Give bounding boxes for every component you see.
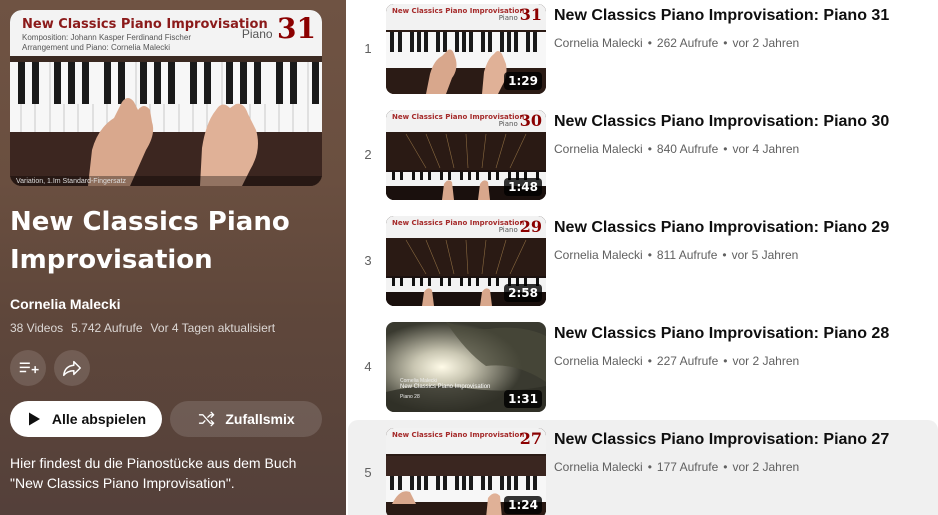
video-index: 2: [364, 147, 372, 162]
channel-name[interactable]: Cornelia Malecki: [554, 354, 643, 368]
video-thumbnail[interactable]: New Classics Piano Improvisation Piano 31…: [386, 4, 546, 94]
view-count: 840 Aufrufe: [656, 142, 719, 156]
duration-badge: 1:24: [504, 496, 542, 514]
shuffle-button[interactable]: Zufallsmix: [170, 401, 322, 437]
list-item[interactable]: 4 Cornelia Malecki New Classics Piano Im…: [348, 318, 938, 424]
video-title[interactable]: New Classics Piano Improvisation: Piano …: [554, 113, 889, 131]
video-meta: Cornelia Malecki • 262 Aufrufe • vor 2 Jah…: [554, 36, 800, 50]
thumb-banner: New Classics Piano Improvisation: [392, 431, 525, 439]
play-icon: [28, 412, 40, 426]
video-thumbnail[interactable]: Cornelia Malecki New Classics Piano Impr…: [386, 322, 546, 412]
list-item[interactable]: 1 New Classics Piano Improvisation Piano…: [348, 0, 938, 106]
duration-badge: 2:58: [504, 284, 542, 302]
video-meta: Cornelia Malecki • 811 Aufrufe • vor 5 Jah…: [554, 248, 799, 262]
view-count: 811 Aufrufe: [656, 248, 718, 262]
thumb-number: Piano 30: [498, 111, 542, 130]
duration-badge: 1:48: [504, 178, 542, 196]
playlist-title: New Classics Piano Improvisation: [10, 207, 290, 275]
thumb-number: 27: [519, 429, 542, 448]
share-icon: [63, 360, 81, 377]
duration-badge: 1:29: [504, 72, 542, 90]
play-all-button[interactable]: Alle abspielen: [10, 401, 162, 437]
video-count: 38 Videos: [10, 321, 64, 335]
video-meta: Cornelia Malecki • 177 Aufrufe • vor 2 Jah…: [554, 460, 800, 474]
channel-name[interactable]: Cornelia Malecki: [554, 142, 643, 156]
add-to-library-button[interactable]: [10, 350, 46, 386]
video-title[interactable]: New Classics Piano Improvisation: Piano …: [554, 219, 889, 237]
video-title[interactable]: New Classics Piano Improvisation: Piano …: [554, 325, 889, 343]
upload-age: vor 4 Jahren: [732, 142, 800, 156]
channel-name[interactable]: Cornelia Malecki: [554, 36, 643, 50]
shuffle-icon: [199, 411, 215, 427]
video-title[interactable]: New Classics Piano Improvisation: Piano …: [554, 7, 889, 25]
updated-text: Vor 4 Tagen aktualisiert: [150, 321, 276, 335]
thumb-caption: Variation, 1.Im Standard-Fingersatz: [16, 178, 126, 185]
upload-age: vor 5 Jahren: [731, 248, 799, 262]
duration-badge: 1:31: [504, 390, 542, 408]
upload-age: vor 2 Jahren: [732, 354, 800, 368]
video-list: 1 New Classics Piano Improvisation Piano…: [348, 0, 938, 515]
playlist-header: New Classics Piano Improvisation Komposi…: [0, 0, 346, 515]
video-thumbnail[interactable]: New Classics Piano Improvisation Piano 30…: [386, 110, 546, 200]
thumb-line-1: Komposition: Johann Kasper Ferdinand Fis…: [22, 33, 191, 42]
video-meta: Cornelia Malecki • 840 Aufrufe • vor 4 Jah…: [554, 142, 800, 156]
upload-age: vor 2 Jahren: [732, 36, 800, 50]
playlist-meta: 38 Videos 5.742 Aufrufe Vor 4 Tagen aktu…: [10, 321, 275, 335]
thumb-piano-number: Piano 31: [242, 12, 316, 45]
thumb-number: Piano 31: [498, 5, 542, 24]
thumb-title-text: New Classics Piano Improvisation: [22, 17, 268, 32]
view-count: 177 Aufrufe: [656, 460, 719, 474]
list-item[interactable]: 5 New Classics Piano Improvisation 27 1:…: [348, 420, 938, 515]
thumb-forest-line-2: New Classics Piano Improvisation: [400, 384, 491, 390]
list-item[interactable]: 2 New Classics Piano Improvisation Piano…: [348, 106, 938, 212]
channel-name[interactable]: Cornelia Malecki: [554, 460, 643, 474]
add-to-library-icon: [19, 362, 39, 374]
thumb-number: Piano 29: [498, 217, 542, 236]
thumb-piano-word: Piano: [241, 27, 273, 41]
video-index: 5: [364, 465, 372, 480]
playlist-thumbnail[interactable]: New Classics Piano Improvisation Komposi…: [10, 10, 322, 186]
video-title[interactable]: New Classics Piano Improvisation: Piano …: [554, 431, 889, 449]
share-button[interactable]: [54, 350, 90, 386]
video-thumbnail[interactable]: New Classics Piano Improvisation 27 1:24: [386, 428, 546, 515]
view-count: 5.742 Aufrufe: [71, 321, 143, 335]
view-count: 262 Aufrufe: [656, 36, 719, 50]
thumb-forest-line-3: Piano 28: [400, 394, 420, 400]
playlist-description: Hier findest du die Pianostücke aus dem …: [10, 455, 297, 491]
shuffle-label: Zufallsmix: [225, 411, 295, 427]
channel-name[interactable]: Cornelia Malecki: [554, 248, 643, 262]
thumb-line-2: Arrangement und Piano: Cornelia Malecki: [22, 43, 171, 52]
playlist-owner[interactable]: Cornelia Malecki: [10, 296, 121, 312]
video-index: 4: [364, 359, 372, 374]
list-item[interactable]: 3 New Classics Piano Improvisation Piano…: [348, 212, 938, 318]
video-thumbnail[interactable]: New Classics Piano Improvisation Piano 29…: [386, 216, 546, 306]
thumb-number: 31: [277, 12, 316, 45]
video-meta: Cornelia Malecki • 227 Aufrufe • vor 2 Jah…: [554, 354, 800, 368]
play-all-label: Alle abspielen: [51, 411, 147, 427]
upload-age: vor 2 Jahren: [732, 460, 800, 474]
view-count: 227 Aufrufe: [656, 354, 719, 368]
video-index: 1: [364, 41, 372, 56]
video-index: 3: [364, 253, 372, 268]
